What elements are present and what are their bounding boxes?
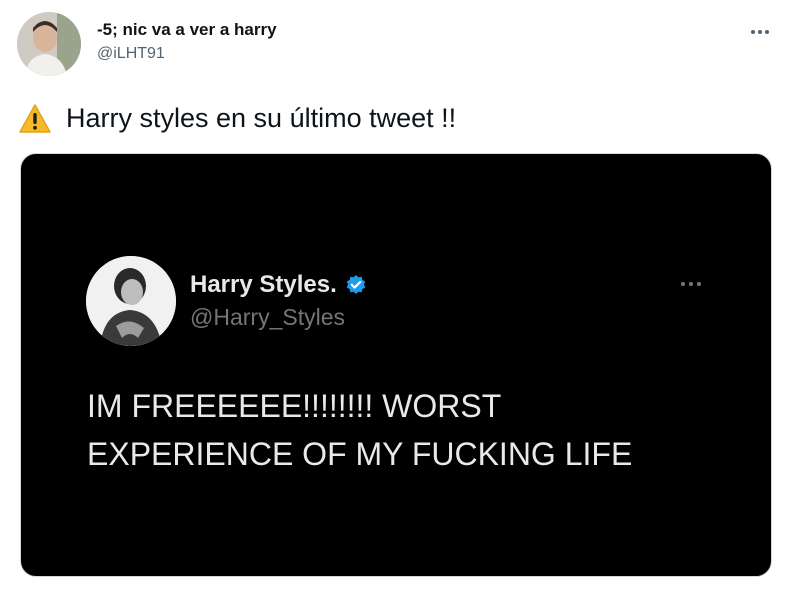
tweet-text-content: Harry styles en su último tweet !!	[66, 103, 457, 133]
embedded-display-name: Harry Styles.	[190, 271, 337, 298]
tweet-header: -5; nic va a ver a harry @iLHT91	[17, 12, 783, 80]
author-info: -5; nic va a ver a harry @iLHT91	[97, 19, 277, 65]
author-display-name[interactable]: -5; nic va a ver a harry	[97, 19, 277, 41]
more-horizontal-icon	[751, 30, 769, 34]
author-handle[interactable]: @iLHT91	[97, 43, 277, 65]
verified-badge-icon	[346, 275, 365, 294]
tweet-card[interactable]: -5; nic va a ver a harry @iLHT91 Harry s…	[0, 0, 800, 591]
embedded-avatar-image	[86, 256, 176, 346]
embedded-more-options	[676, 274, 706, 294]
embedded-tweet-image[interactable]: Harry Styles. @Harry_Styles IM FREEEEEE!…	[20, 153, 772, 577]
embedded-text-line-2: EXPERIENCE OF MY FUCKING LIFE	[87, 436, 633, 472]
embedded-handle: @Harry_Styles	[190, 304, 345, 330]
embedded-tweet-text: IM FREEEEEE!!!!!!!! WORST EXPERIENCE OF …	[87, 382, 727, 478]
avatar[interactable]	[17, 12, 81, 76]
embedded-name-row: Harry Styles.	[190, 270, 367, 300]
embedded-more-horizontal-icon	[681, 282, 701, 286]
warning-icon	[19, 103, 51, 133]
embedded-tweet-header: Harry Styles. @Harry_Styles	[86, 256, 706, 346]
embedded-avatar	[86, 256, 176, 346]
avatar-image	[17, 12, 81, 76]
embedded-author-info: Harry Styles. @Harry_Styles	[190, 270, 367, 332]
tweet-text: Harry styles en su último tweet !!	[18, 100, 456, 136]
embedded-text-line-1: IM FREEEEEE!!!!!!!! WORST	[87, 388, 502, 424]
more-options-button[interactable]	[747, 22, 773, 42]
